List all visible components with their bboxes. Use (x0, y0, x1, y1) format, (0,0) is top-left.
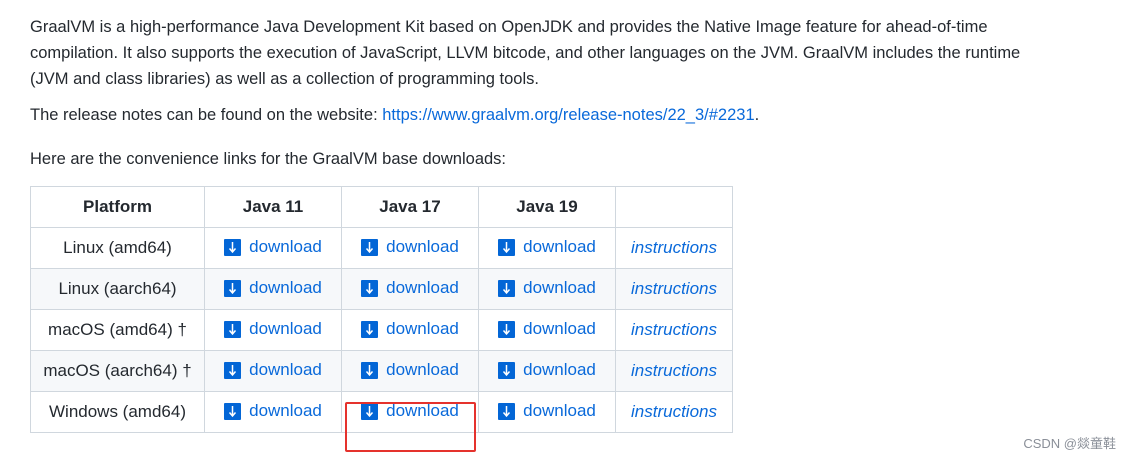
download-cell-java-17: download (341, 391, 479, 433)
download-arrow-icon (361, 402, 379, 420)
download-arrow-icon (498, 402, 516, 420)
download-link-java-11[interactable]: download (224, 319, 322, 339)
download-label: download (523, 278, 596, 298)
download-link-java-19[interactable]: download (498, 237, 596, 257)
download-link-java-19[interactable]: download (498, 360, 596, 380)
download-label: download (386, 278, 459, 298)
download-cell-java-17: download (341, 227, 479, 269)
download-link-java-11[interactable]: download (224, 237, 322, 257)
download-cell-java-11: download (204, 227, 342, 269)
readme-content: GraalVM is a high-performance Java Devel… (30, 14, 1030, 433)
download-link-java-11[interactable]: download (224, 401, 322, 421)
download-arrow-icon (361, 320, 379, 338)
instructions-link[interactable]: instructions (631, 279, 717, 298)
instructions-cell: instructions (615, 309, 733, 351)
download-cell-java-17: download (341, 309, 479, 351)
platform-cell: macOS (amd64) † (30, 309, 205, 351)
download-cell-java-19: download (478, 268, 616, 310)
download-arrow-icon (361, 279, 379, 297)
download-arrow-icon (498, 361, 516, 379)
download-arrow-icon (498, 238, 516, 256)
download-cell-java-19: download (478, 350, 616, 392)
download-link-java-17[interactable]: download (361, 360, 459, 380)
downloads-table: Platform Java 11 Java 17 Java 19 Linux (… (30, 186, 733, 433)
instructions-link[interactable]: instructions (631, 361, 717, 380)
table-row: Linux (amd64) download download download ins… (30, 227, 733, 269)
download-cell-java-11: download (204, 391, 342, 433)
download-cell-java-17: download (341, 268, 479, 310)
table-row: Windows (amd64) download download download i… (30, 391, 733, 433)
download-cell-java-11: download (204, 350, 342, 392)
table-row: Linux (aarch64) download download download i… (30, 268, 733, 310)
header-java-17: Java 17 (341, 186, 479, 228)
release-notes-link[interactable]: https://www.graalvm.org/release-notes/22… (382, 106, 754, 124)
download-label: download (523, 319, 596, 339)
download-arrow-icon (224, 320, 242, 338)
table-row: macOS (aarch64) † download download downloa… (30, 350, 733, 392)
instructions-link[interactable]: instructions (631, 238, 717, 257)
download-arrow-icon (224, 279, 242, 297)
download-link-java-19[interactable]: download (498, 401, 596, 421)
download-label: download (249, 360, 322, 380)
download-arrow-icon (224, 361, 242, 379)
download-link-java-17[interactable]: download (361, 401, 459, 421)
download-cell-java-19: download (478, 309, 616, 351)
download-arrow-icon (498, 320, 516, 338)
header-instructions (615, 186, 733, 228)
download-link-java-19[interactable]: download (498, 278, 596, 298)
download-arrow-icon (224, 402, 242, 420)
downloads-lead-paragraph: Here are the convenience links for the G… (30, 150, 507, 168)
download-link-java-17[interactable]: download (361, 319, 459, 339)
download-label: download (249, 319, 322, 339)
download-label: download (249, 237, 322, 257)
download-label: download (523, 401, 596, 421)
table-row: macOS (amd64) † download download download i… (30, 309, 733, 351)
download-cell-java-19: download (478, 391, 616, 433)
download-label: download (386, 319, 459, 339)
platform-cell: Linux (aarch64) (30, 268, 205, 310)
download-link-java-11[interactable]: download (224, 278, 322, 298)
download-link-java-17[interactable]: download (361, 237, 459, 257)
header-java-19: Java 19 (478, 186, 616, 228)
instructions-link[interactable]: instructions (631, 320, 717, 339)
download-link-java-11[interactable]: download (224, 360, 322, 380)
download-cell-java-11: download (204, 268, 342, 310)
download-link-java-19[interactable]: download (498, 319, 596, 339)
instructions-cell: instructions (615, 227, 733, 269)
header-platform: Platform (30, 186, 205, 228)
download-label: download (523, 360, 596, 380)
instructions-cell: instructions (615, 350, 733, 392)
download-cell-java-11: download (204, 309, 342, 351)
download-label: download (249, 401, 322, 421)
download-cell-java-19: download (478, 227, 616, 269)
release-notes-paragraph: The release notes can be found on the we… (30, 102, 1030, 128)
header-java-11: Java 11 (204, 186, 342, 228)
download-arrow-icon (224, 238, 242, 256)
platform-cell: macOS (aarch64) † (30, 350, 205, 392)
download-arrow-icon (361, 238, 379, 256)
download-link-java-17[interactable]: download (361, 278, 459, 298)
platform-cell: Linux (amd64) (30, 227, 205, 269)
intro-paragraph: GraalVM is a high-performance Java Devel… (30, 18, 1021, 88)
download-label: download (386, 237, 459, 257)
instructions-cell: instructions (615, 391, 733, 433)
download-cell-java-17: download (341, 350, 479, 392)
release-notes-text: The release notes can be found on the we… (30, 106, 383, 124)
download-label: download (249, 278, 322, 298)
download-arrow-icon (361, 361, 379, 379)
platform-cell: Windows (amd64) (30, 391, 205, 433)
instructions-link[interactable]: instructions (631, 402, 717, 421)
watermark: CSDN @燚童鞋 (1023, 436, 1116, 451)
download-label: download (386, 360, 459, 380)
download-arrow-icon (498, 279, 516, 297)
download-label: download (386, 401, 459, 421)
table-header-row: Platform Java 11 Java 17 Java 19 (30, 186, 733, 228)
release-notes-period: . (754, 106, 760, 124)
instructions-cell: instructions (615, 268, 733, 310)
download-label: download (523, 237, 596, 257)
